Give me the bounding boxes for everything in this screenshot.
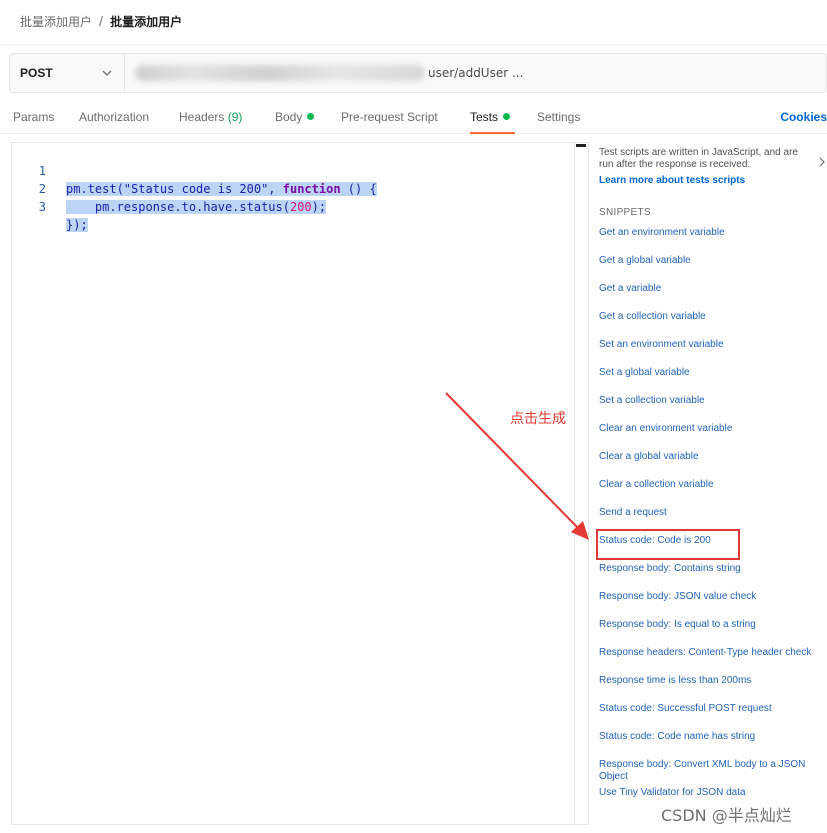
tab-pre-request-script[interactable]: Pre-request Script xyxy=(341,110,438,124)
learn-more-link[interactable]: Learn more about tests scripts xyxy=(599,175,745,186)
snippet-item[interactable]: Response body: Contains string xyxy=(599,563,827,575)
tab-tests[interactable]: Tests xyxy=(470,110,511,124)
tab-headers-count: (9) xyxy=(227,110,243,124)
tab-body[interactable]: Body xyxy=(275,110,315,124)
breadcrumb-parent[interactable]: 批量添加用户 xyxy=(20,13,92,30)
editor-scrollbar[interactable] xyxy=(574,143,588,824)
code-line: 1 pm.test("Status code is 200", function… xyxy=(12,144,572,196)
status-dot-icon xyxy=(503,113,511,120)
header-divider xyxy=(0,44,827,45)
snippet-item[interactable]: Get a global variable xyxy=(599,255,827,267)
tab-headers[interactable]: Headers (9) xyxy=(179,110,242,124)
snippet-item[interactable]: Response headers: Content-Type header ch… xyxy=(599,647,827,659)
snippet-item[interactable]: Status code: Successful POST request xyxy=(599,703,827,715)
url-input[interactable]: user/addUser ... xyxy=(125,54,826,92)
chevron-right-icon[interactable] xyxy=(817,156,827,168)
snippets-heading: SNIPPETS xyxy=(599,207,651,218)
snippet-item[interactable]: Clear a collection variable xyxy=(599,479,827,491)
snippet-item[interactable]: Response time is less than 200ms xyxy=(599,675,827,687)
method-label: POST xyxy=(20,66,53,80)
breadcrumb-separator: / xyxy=(99,14,104,28)
cookies-link[interactable]: Cookies xyxy=(780,110,827,124)
snippet-item[interactable]: Clear an environment variable xyxy=(599,423,827,435)
request-bar: POST user/addUser ... xyxy=(9,53,827,93)
method-select[interactable]: POST xyxy=(10,54,125,92)
snippet-item[interactable]: Response body: Is equal to a string xyxy=(599,619,827,631)
tab-headers-label: Headers xyxy=(179,110,225,124)
snippet-item[interactable]: Get an environment variable xyxy=(599,227,827,239)
active-tab-indicator xyxy=(470,132,515,134)
snippet-item[interactable]: Get a variable xyxy=(599,283,827,295)
snippet-item[interactable]: Status code: Code name has string xyxy=(599,731,827,743)
status-dot-icon xyxy=(307,113,315,120)
request-tabs: Params Authorization Headers (9) Body Pr… xyxy=(0,102,827,134)
tab-settings[interactable]: Settings xyxy=(537,110,580,124)
tests-code-editor[interactable]: 1 pm.test("Status code is 200", function… xyxy=(11,142,589,825)
snippet-item[interactable]: Get a collection variable xyxy=(599,311,827,323)
annotation-label: 点击生成 xyxy=(510,411,566,427)
snippet-item[interactable]: Set an environment variable xyxy=(599,339,827,351)
code-line: 3 }); xyxy=(12,180,572,232)
watermark: CSDN @半点灿烂 xyxy=(661,806,792,825)
snippet-item[interactable]: Set a global variable xyxy=(599,367,827,379)
tab-body-label: Body xyxy=(275,110,303,124)
sidebar-intro: Test scripts are written in JavaScript, … xyxy=(599,147,798,170)
snippet-item[interactable]: Use Tiny Validator for JSON data xyxy=(599,787,827,799)
line-number: 3 xyxy=(38,200,46,214)
url-text: user/addUser ... xyxy=(428,66,524,80)
url-redacted-blur xyxy=(135,65,425,81)
code-line: 2 pm.response.to.have.status(200); xyxy=(12,162,572,214)
snippet-item[interactable]: Response body: Convert XML body to a JSO… xyxy=(599,759,827,783)
tab-tests-label: Tests xyxy=(470,110,499,124)
tab-params[interactable]: Params xyxy=(13,110,54,124)
chevron-down-icon xyxy=(102,70,112,76)
highlight-box xyxy=(596,529,740,560)
breadcrumb-current[interactable]: 批量添加用户 xyxy=(110,13,182,30)
snippet-item[interactable]: Send a request xyxy=(599,507,827,519)
snippets-sidebar: Test scripts are written in JavaScript, … xyxy=(599,142,827,833)
breadcrumb: 批量添加用户 / 批量添加用户 xyxy=(20,11,182,31)
snippet-item[interactable]: Set a collection variable xyxy=(599,395,827,407)
snippet-item[interactable]: Response body: JSON value check xyxy=(599,591,827,603)
scrollbar-thumb[interactable] xyxy=(576,144,586,147)
snippet-item[interactable]: Clear a global variable xyxy=(599,451,827,463)
tab-authorization[interactable]: Authorization xyxy=(79,110,149,124)
